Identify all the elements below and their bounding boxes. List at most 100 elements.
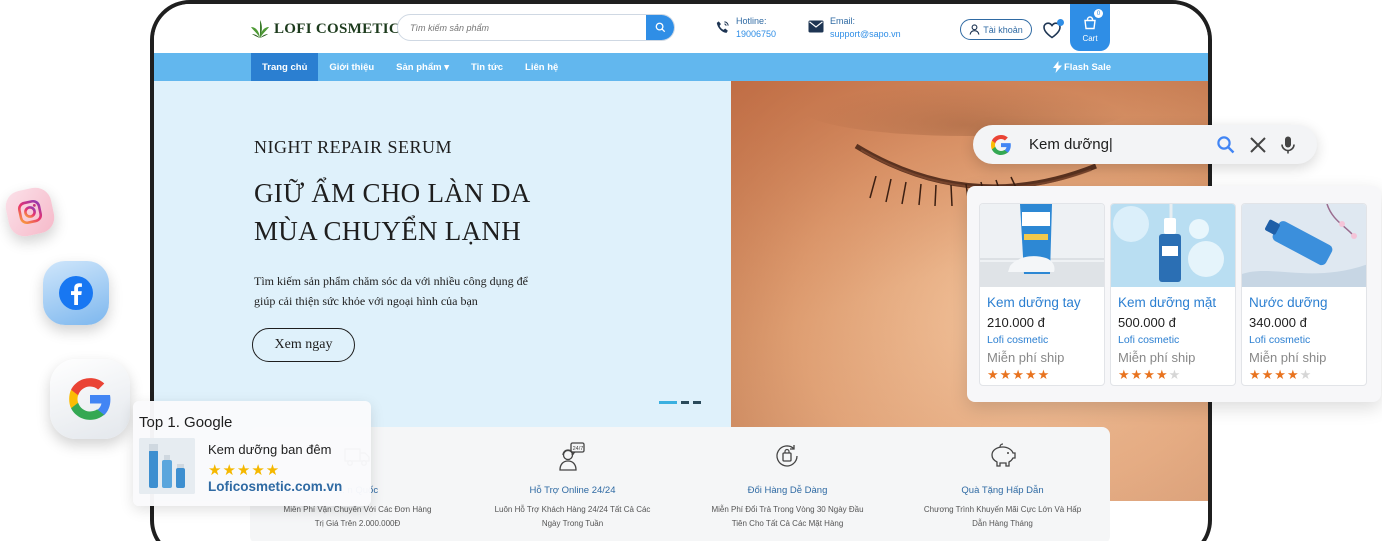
feature-support: 24/7 Hỗ Trợ Online 24/24 Luôn Hỗ Trợ Khá…	[465, 427, 680, 541]
slider-dot[interactable]	[681, 401, 689, 404]
features-bar: ... n Quốc Miễn Phí Vận Chuyển Với Các Đ…	[250, 427, 1110, 541]
account-button[interactable]: Tài khoản	[960, 19, 1032, 40]
logo-text: LOFI COSMETIC	[274, 20, 401, 37]
search-button[interactable]	[646, 15, 674, 40]
hotline-value: 19006750	[736, 29, 777, 39]
product-image	[980, 204, 1104, 287]
view-now-button[interactable]: Xem ngay	[252, 328, 355, 362]
leaf-logo-icon	[251, 20, 269, 38]
top1-product-name: Kem dưỡng ban đêm	[208, 442, 332, 457]
cart-label: Cart	[1082, 34, 1098, 43]
hero-desc-line1: Tìm kiếm sản phẩm chăm sóc da với nhiều …	[254, 274, 528, 288]
facebook-icon	[43, 261, 109, 325]
feature-desc-line: Luôn Hỗ Trợ Khách Hàng 24/24 Tất Cả Các	[494, 505, 651, 514]
feature-gift: Quà Tặng Hấp Dẫn Chương Trình Khuyến Mãi…	[895, 427, 1110, 541]
google-shopping-results: Kem dưỡng tay 210.000 đ Lofi cosmetic Mi…	[967, 186, 1381, 402]
product-shipping: Miễn phí ship	[1249, 350, 1327, 365]
feature-desc: Miễn Phí Vận Chuyển Với Các Đơn Hàng Trị…	[260, 503, 455, 531]
product-shop: Lofi cosmetic	[987, 334, 1049, 346]
flash-sale-link[interactable]: Flash Sale	[1053, 61, 1111, 73]
hero-title-line2: MÙA CHUYỂN LẠNH	[254, 216, 521, 246]
search-icon[interactable]	[1216, 135, 1236, 155]
top1-stars: ★★★★★	[208, 462, 281, 479]
feature-desc-line: Miễn Phí Đổi Trả Trong Vòng 30 Ngày Đầu	[711, 505, 864, 514]
nav-item-contact[interactable]: Liên hệ	[514, 53, 569, 81]
google-logo-icon	[991, 135, 1011, 155]
search-input[interactable]	[398, 15, 638, 40]
slider-dots	[659, 401, 701, 404]
stage: LOFI COSMETIC Hotline: 19006750	[0, 0, 1382, 541]
svg-text:24/7: 24/7	[573, 446, 584, 452]
return-icon	[776, 445, 798, 467]
phone-icon	[716, 21, 729, 33]
hotline-label: Hotline:	[736, 16, 767, 26]
email[interactable]: Email: support@sapo.vn	[808, 15, 901, 41]
cart-count-badge: 0	[1094, 9, 1103, 18]
hero-desc-line2: giúp cải thiện sức khỏe với ngoại hình c…	[254, 294, 478, 308]
product-shipping: Miễn phí ship	[1118, 350, 1196, 365]
search-icon	[655, 22, 665, 33]
wishlist-badge	[1057, 19, 1064, 26]
nav-item-about[interactable]: Giới thiệu	[318, 53, 385, 81]
account-label: Tài khoản	[983, 24, 1023, 35]
nav-item-news[interactable]: Tin tức	[460, 53, 514, 81]
feature-title: Quà Tặng Hấp Dẫn	[961, 485, 1044, 496]
logo[interactable]: LOFI COSMETIC	[250, 18, 400, 40]
feature-desc-line: Chương Trình Khuyến Mãi Cực Lớn Và Hấp	[923, 505, 1082, 514]
feature-desc-line: Tiên Cho Tất Cả Các Mặt Hàng	[731, 519, 844, 528]
product-rating-stars: ★★★★★	[987, 367, 1051, 382]
hero-description: Tìm kiếm sản phẩm chăm sóc da với nhiều …	[254, 271, 574, 311]
instagram-icon	[2, 184, 58, 240]
google-search-query[interactable]: Kem dưỡng|	[1029, 136, 1113, 153]
hero-title: GIỮ ẨM CHO LÀN DA MÙA CHUYỂN LẠNH	[254, 174, 674, 250]
google-search-bar[interactable]: Kem dưỡng|	[973, 125, 1317, 164]
nav-item-home[interactable]: Trang chủ	[251, 53, 319, 81]
product-card[interactable]: Kem dưỡng mặt 500.000 đ Lofi cosmetic Mi…	[1110, 203, 1236, 386]
feature-return: Đổi Hàng Dễ Dàng Miễn Phí Đổi Trả Trong …	[680, 427, 895, 541]
support-icon: 24/7	[559, 442, 585, 471]
microphone-icon[interactable]	[1278, 135, 1298, 155]
product-image	[1111, 204, 1235, 287]
top1-google-card[interactable]: Top 1. Google Kem dưỡng ban đêm ★★★★★ Lo…	[133, 401, 371, 506]
email-value: support@sapo.vn	[830, 29, 901, 39]
top1-product-image	[139, 438, 195, 494]
product-card[interactable]: Nước dưỡng 340.000 đ Lofi cosmetic Miễn …	[1241, 203, 1367, 386]
site-header: LOFI COSMETIC Hotline: 19006750	[154, 4, 1208, 53]
product-rating-stars: ★★★★★	[1118, 367, 1182, 382]
feature-desc: Luôn Hỗ Trợ Khách Hàng 24/24 Tất Cả Các …	[475, 503, 670, 531]
flash-sale-label: Flash Sale	[1064, 61, 1111, 73]
feature-desc: Chương Trình Khuyến Mãi Cực Lớn Và Hấp D…	[905, 503, 1100, 531]
feature-desc-line: Trị Giá Trên 2.000.000Đ	[314, 519, 401, 528]
hotline[interactable]: Hotline: 19006750	[715, 15, 776, 41]
piggy-bank-icon	[991, 443, 1016, 467]
product-name: Kem dưỡng mặt	[1118, 295, 1217, 310]
feature-desc-line: Dẫn Hàng Tháng	[972, 519, 1033, 528]
feature-title: Đổi Hàng Dễ Dàng	[747, 485, 828, 496]
cart-button[interactable]: 0 Cart	[1070, 4, 1110, 51]
mail-icon	[808, 20, 824, 33]
product-name: Kem dưỡng tay	[987, 295, 1081, 310]
slider-dot[interactable]	[659, 401, 677, 404]
product-price: 340.000 đ	[1249, 315, 1307, 330]
product-price: 210.000 đ	[987, 315, 1045, 330]
feature-desc-line: Ngày Trong Tuần	[541, 519, 604, 528]
product-shop: Lofi cosmetic	[1118, 334, 1180, 346]
email-label: Email:	[830, 16, 856, 26]
product-shipping: Miễn phí ship	[987, 350, 1065, 365]
google-icon	[50, 359, 130, 439]
slider-dot[interactable]	[693, 401, 701, 404]
lightning-icon	[1053, 61, 1062, 73]
close-icon[interactable]	[1248, 135, 1268, 155]
main-nav: Trang chủ Giới thiệu Sản phẩm ▾ Tin tức …	[154, 53, 1208, 81]
product-rating-stars: ★★★★★	[1249, 367, 1313, 382]
top1-url[interactable]: Loficosmetic.com.vn	[208, 479, 342, 494]
product-image	[1242, 204, 1366, 287]
search-box	[397, 14, 675, 41]
product-card[interactable]: Kem dưỡng tay 210.000 đ Lofi cosmetic Mi…	[979, 203, 1105, 386]
top1-heading: Top 1. Google	[139, 414, 233, 431]
hero-subtitle: NIGHT REPAIR SERUM	[254, 137, 453, 157]
product-price: 500.000 đ	[1118, 315, 1176, 330]
cart-icon	[1084, 16, 1096, 30]
product-shop: Lofi cosmetic	[1249, 334, 1311, 346]
nav-item-products[interactable]: Sản phẩm ▾	[385, 53, 460, 81]
